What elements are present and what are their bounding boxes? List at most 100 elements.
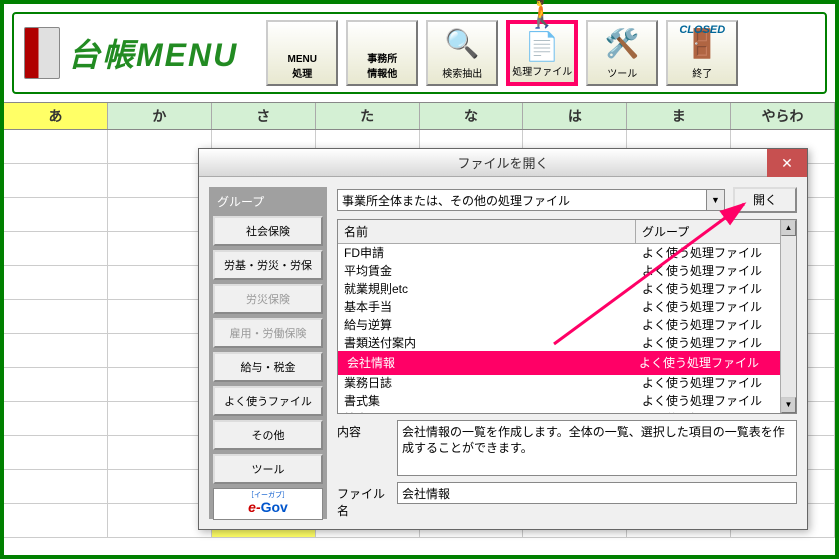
file-row[interactable]: 書式集よく使う処理ファイル xyxy=(338,392,796,410)
open-file-dialog: ファイルを開く ✕ グループ 社会保険労基・労災・労保労災保険雇用・労働保険給与… xyxy=(198,148,808,530)
file-group: よく使う処理ファイル xyxy=(636,374,796,392)
file-row[interactable]: 会社情報よく使う処理ファイル xyxy=(338,351,796,375)
tab-na[interactable]: な xyxy=(420,103,524,129)
grid-cell[interactable] xyxy=(4,300,108,334)
grid-cell[interactable] xyxy=(4,130,108,164)
grid-cell[interactable] xyxy=(4,266,108,300)
grid-cell[interactable] xyxy=(108,504,212,538)
grid-cell[interactable] xyxy=(4,334,108,368)
grid-cell[interactable] xyxy=(108,300,212,334)
tab-ka[interactable]: か xyxy=(108,103,212,129)
scroll-down-icon[interactable]: ▼ xyxy=(781,397,796,413)
grid-cell[interactable] xyxy=(4,164,108,198)
process-file-button[interactable]: 🚶📄 処理ファイル xyxy=(506,20,578,86)
grid-cell[interactable] xyxy=(108,130,212,164)
grid-cell[interactable] xyxy=(4,402,108,436)
app-title: 台帳MENU xyxy=(68,30,238,76)
file-row[interactable]: FD申請よく使う処理ファイル xyxy=(338,244,796,262)
group-button-1[interactable]: 労基・労災・労保 xyxy=(213,250,323,280)
file-row[interactable]: 検索くんよく使う処理ファイル xyxy=(338,410,796,413)
filename-field[interactable]: 会社情報 xyxy=(397,482,797,504)
logo-icon xyxy=(24,27,60,79)
grid-cell[interactable] xyxy=(108,164,212,198)
grid-cell[interactable] xyxy=(4,436,108,470)
file-name: 就業規則etc xyxy=(338,280,636,298)
open-button[interactable]: 開く xyxy=(733,187,797,213)
desc-label: 内容 xyxy=(337,420,391,440)
file-row[interactable]: 業務日誌よく使う処理ファイル xyxy=(338,374,796,392)
file-group: よく使う処理ファイル xyxy=(636,316,796,334)
office-info-button[interactable]: 事務所 情報他 xyxy=(346,20,418,86)
file-row[interactable]: 平均賃金よく使う処理ファイル xyxy=(338,262,796,280)
grid-cell[interactable] xyxy=(108,368,212,402)
grid-cell[interactable] xyxy=(108,470,212,504)
search-extract-button[interactable]: 🔍 検索抽出 xyxy=(426,20,498,86)
grid-cell[interactable] xyxy=(4,368,108,402)
file-row[interactable]: 給与逆算よく使う処理ファイル xyxy=(338,316,796,334)
app-header: 台帳MENU MENU 処理 事務所 情報他 🔍 検索抽出 🚶📄 処理ファイル … xyxy=(12,12,827,94)
grid-cell[interactable] xyxy=(4,470,108,504)
filename-label: ファイル名 xyxy=(337,482,391,519)
dialog-close-button[interactable]: ✕ xyxy=(767,149,807,177)
grid-cell[interactable] xyxy=(4,232,108,266)
tab-ta[interactable]: た xyxy=(316,103,420,129)
tool-button[interactable]: 🛠️ ツール xyxy=(586,20,658,86)
group-button-3: 雇用・労働保険 xyxy=(213,318,323,348)
group-button-2: 労災保険 xyxy=(213,284,323,314)
col-header-group[interactable]: グループ xyxy=(636,220,796,243)
file-list: 名前 グループ FD申請よく使う処理ファイル平均賃金よく使う処理ファイル就業規則… xyxy=(337,219,797,414)
file-group: よく使う処理ファイル xyxy=(636,244,796,262)
group-button-7[interactable]: ツール xyxy=(213,454,323,484)
menu-processing-button[interactable]: MENU 処理 xyxy=(266,20,338,86)
tab-a[interactable]: あ xyxy=(4,103,108,129)
scroll-up-icon[interactable]: ▲ xyxy=(781,220,796,236)
group-button-4[interactable]: 給与・税金 xyxy=(213,352,323,382)
tab-ma[interactable]: ま xyxy=(627,103,731,129)
grid-cell[interactable] xyxy=(4,504,108,538)
file-row[interactable]: 就業規則etcよく使う処理ファイル xyxy=(338,280,796,298)
file-group: よく使う処理ファイル xyxy=(636,262,796,280)
tool-icon: 🛠️ xyxy=(605,22,640,65)
file-row[interactable]: 基本手当よく使う処理ファイル xyxy=(338,298,796,316)
grid-cell[interactable] xyxy=(108,232,212,266)
closed-label: CLOSED xyxy=(679,24,725,36)
group-button-6[interactable]: その他 xyxy=(213,420,323,450)
grid-cell[interactable] xyxy=(108,266,212,300)
group-panel: グループ 社会保険労基・労災・労保労災保険雇用・労働保険給与・税金よく使うファイ… xyxy=(209,187,327,519)
grid-cell[interactable] xyxy=(108,436,212,470)
scrollbar-vertical[interactable]: ▲ ▼ xyxy=(780,220,796,413)
file-type-combo[interactable]: 事業所全体または、その他の処理ファイル ▼ xyxy=(337,189,725,211)
tab-yarawa[interactable]: やらわ xyxy=(731,103,835,129)
tab-ha[interactable]: は xyxy=(523,103,627,129)
magnifier-icon: 🔍 xyxy=(445,22,480,65)
file-group: よく使う処理ファイル xyxy=(636,410,796,413)
dialog-titlebar: ファイルを開く ✕ xyxy=(199,149,807,177)
file-name: FD申請 xyxy=(338,244,636,262)
file-group: よく使う処理ファイル xyxy=(636,298,796,316)
group-button-5[interactable]: よく使うファイル xyxy=(213,386,323,416)
group-button-0[interactable]: 社会保険 xyxy=(213,216,323,246)
file-row[interactable]: 書類送付案内よく使う処理ファイル xyxy=(338,334,796,352)
exit-button[interactable]: CLOSED 🚪 終了 xyxy=(666,20,738,86)
grid-cell[interactable] xyxy=(108,198,212,232)
file-name: 業務日誌 xyxy=(338,374,636,392)
file-name: 検索くん xyxy=(338,410,636,413)
dialog-right-panel: 事業所全体または、その他の処理ファイル ▼ 開く 名前 グループ FD申請よく使… xyxy=(337,187,797,519)
chevron-down-icon: ▼ xyxy=(706,190,724,210)
tab-sa[interactable]: さ xyxy=(212,103,316,129)
grid-cell[interactable] xyxy=(108,334,212,368)
file-name: 書式集 xyxy=(338,392,636,410)
group-panel-title: グループ xyxy=(213,191,323,212)
grid-cell[interactable] xyxy=(108,402,212,436)
file-list-header: 名前 グループ xyxy=(338,220,796,244)
file-name: 平均賃金 xyxy=(338,262,636,280)
desc-box: 会社情報の一覧を作成します。全体の一覧、選択した項目の一覧表を作成することができ… xyxy=(397,420,797,476)
file-name: 書類送付案内 xyxy=(338,334,636,352)
person-file-icon: 🚶📄 xyxy=(510,0,574,63)
grid-cell[interactable] xyxy=(4,198,108,232)
egov-logo[interactable]: ［イーガブ］ e-Gov xyxy=(213,488,323,520)
kana-tabs: あ か さ た な は ま やらわ xyxy=(4,102,835,130)
col-header-name[interactable]: 名前 xyxy=(338,220,636,243)
dialog-title: ファイルを開く xyxy=(457,153,548,172)
file-group: よく使う処理ファイル xyxy=(636,392,796,410)
